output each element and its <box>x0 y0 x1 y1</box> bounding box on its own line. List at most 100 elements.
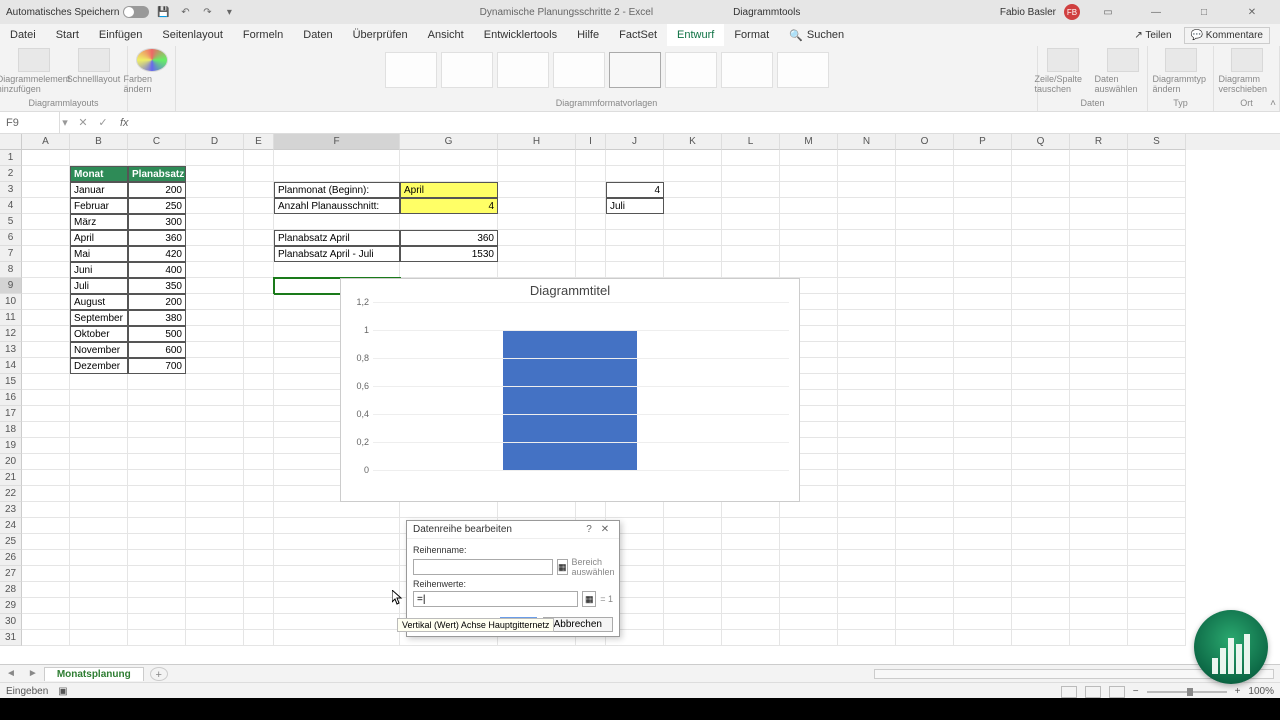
cell[interactable] <box>664 630 722 646</box>
cell[interactable] <box>400 214 498 230</box>
cell[interactable] <box>128 566 186 582</box>
fx-icon[interactable]: fx <box>116 117 133 129</box>
cell[interactable] <box>22 326 70 342</box>
cell[interactable] <box>274 534 400 550</box>
cell[interactable] <box>498 166 576 182</box>
select-data-button[interactable]: Daten auswählen <box>1095 48 1151 94</box>
cell[interactable] <box>22 374 70 390</box>
month-cell[interactable]: Dezember <box>70 358 128 374</box>
row-header[interactable]: 4 <box>0 198 22 214</box>
col-header-F[interactable]: F <box>274 134 400 150</box>
cell[interactable] <box>838 470 896 486</box>
sheet-tab-active[interactable]: Monatsplanung <box>44 667 144 681</box>
cell[interactable] <box>1128 486 1186 502</box>
cell[interactable] <box>1070 470 1128 486</box>
cell[interactable] <box>1012 598 1070 614</box>
cell[interactable] <box>664 150 722 166</box>
cell[interactable]: 1530 <box>400 246 498 262</box>
cell[interactable] <box>954 422 1012 438</box>
cell[interactable] <box>244 342 274 358</box>
cell[interactable] <box>722 614 780 630</box>
cell[interactable] <box>780 550 838 566</box>
qat-dropdown-icon[interactable]: ▾ <box>221 4 237 20</box>
row-header[interactable]: 5 <box>0 214 22 230</box>
autosave-toggle[interactable]: Automatisches Speichern <box>6 6 149 18</box>
cell[interactable] <box>664 230 722 246</box>
cell[interactable] <box>722 534 780 550</box>
cell[interactable] <box>838 390 896 406</box>
cell[interactable] <box>1128 262 1186 278</box>
cell[interactable]: 4 <box>400 198 498 214</box>
cell[interactable] <box>954 166 1012 182</box>
cell[interactable] <box>70 518 128 534</box>
cell[interactable] <box>722 150 780 166</box>
cell[interactable] <box>606 230 664 246</box>
cell[interactable] <box>954 518 1012 534</box>
zoom-out-icon[interactable]: − <box>1133 686 1139 697</box>
cell[interactable] <box>244 150 274 166</box>
value-cell[interactable]: 500 <box>128 326 186 342</box>
cell[interactable] <box>1070 438 1128 454</box>
menu-einfügen[interactable]: Einfügen <box>89 24 152 46</box>
page-break-view-icon[interactable] <box>1109 686 1125 698</box>
cell[interactable] <box>896 390 954 406</box>
cell[interactable] <box>186 342 244 358</box>
cell[interactable] <box>186 358 244 374</box>
cell[interactable] <box>244 534 274 550</box>
cell[interactable] <box>1070 582 1128 598</box>
cell[interactable] <box>954 406 1012 422</box>
month-cell[interactable]: Oktober <box>70 326 128 342</box>
cell[interactable] <box>70 534 128 550</box>
cell[interactable] <box>498 214 576 230</box>
cell[interactable] <box>1128 326 1186 342</box>
zoom-level[interactable]: 100% <box>1248 686 1274 697</box>
cell[interactable] <box>664 582 722 598</box>
menu-datei[interactable]: Datei <box>0 24 46 46</box>
add-sheet-button[interactable]: + <box>150 667 168 681</box>
cell[interactable] <box>722 198 780 214</box>
table-header[interactable]: Planabsatz <box>128 166 186 182</box>
cell[interactable] <box>954 182 1012 198</box>
cell[interactable] <box>70 502 128 518</box>
menu-seitenlayout[interactable]: Seitenlayout <box>152 24 233 46</box>
cell[interactable] <box>186 582 244 598</box>
cell[interactable] <box>780 566 838 582</box>
cell[interactable] <box>722 502 780 518</box>
cell[interactable] <box>244 358 274 374</box>
cell[interactable] <box>1012 438 1070 454</box>
cell[interactable] <box>1070 278 1128 294</box>
cell[interactable]: 360 <box>400 230 498 246</box>
cell[interactable]: Juli <box>606 198 664 214</box>
zoom-in-icon[interactable]: + <box>1235 686 1241 697</box>
col-header-B[interactable]: B <box>70 134 128 150</box>
cell[interactable] <box>896 342 954 358</box>
row-header[interactable]: 29 <box>0 598 22 614</box>
cell[interactable] <box>22 614 70 630</box>
cell[interactable] <box>244 182 274 198</box>
cell[interactable] <box>954 534 1012 550</box>
col-header-M[interactable]: M <box>780 134 838 150</box>
minimize-icon[interactable]: — <box>1136 0 1176 24</box>
cell[interactable] <box>1070 534 1128 550</box>
value-cell[interactable]: 600 <box>128 342 186 358</box>
cell[interactable] <box>838 166 896 182</box>
col-header-H[interactable]: H <box>498 134 576 150</box>
cell[interactable] <box>664 534 722 550</box>
row-header[interactable]: 13 <box>0 342 22 358</box>
cell[interactable] <box>896 166 954 182</box>
cell[interactable] <box>274 598 400 614</box>
cell[interactable] <box>244 406 274 422</box>
cell[interactable] <box>1070 374 1128 390</box>
cell[interactable] <box>1070 422 1128 438</box>
cell[interactable] <box>838 294 896 310</box>
cell[interactable]: Anzahl Planausschnitt: <box>274 198 400 214</box>
cell[interactable] <box>576 198 606 214</box>
cell[interactable] <box>954 470 1012 486</box>
cell[interactable] <box>954 566 1012 582</box>
cell[interactable] <box>954 454 1012 470</box>
cell[interactable] <box>186 214 244 230</box>
row-header[interactable]: 2 <box>0 166 22 182</box>
cell[interactable] <box>70 486 128 502</box>
cell[interactable] <box>244 582 274 598</box>
cell[interactable] <box>780 262 838 278</box>
